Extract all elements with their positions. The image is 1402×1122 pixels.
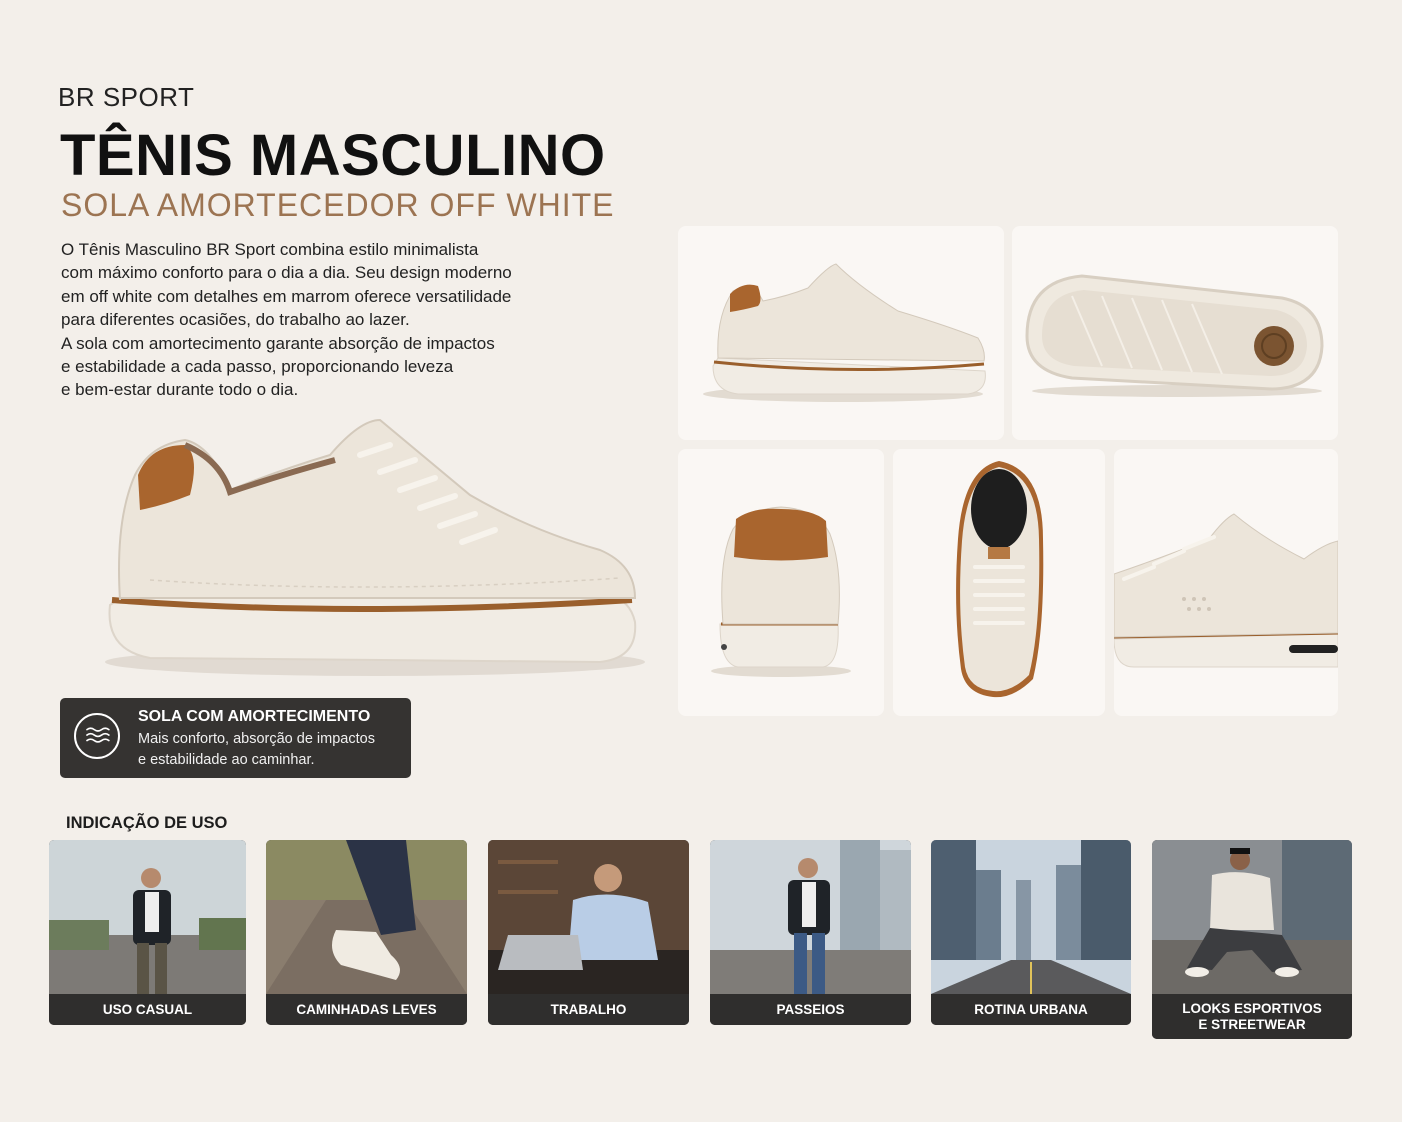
badge-title: SOLA COM AMORTECIMENTO bbox=[138, 708, 371, 725]
usage-card-work: TRABALHO bbox=[488, 840, 689, 1025]
usage-label: USO CASUAL bbox=[49, 994, 246, 1025]
description-line: O Tênis Masculino BR Sport combina estil… bbox=[61, 240, 479, 259]
waves-icon bbox=[74, 713, 120, 759]
usage-photo bbox=[931, 840, 1131, 994]
usage-card-walking: CAMINHADAS LEVES bbox=[266, 840, 467, 1025]
description-line: e estabilidade a cada passo, proporciona… bbox=[61, 357, 454, 377]
badge-description: Mais conforto, absorção de impactos e es… bbox=[138, 729, 375, 770]
gallery-side-view[interactable] bbox=[678, 226, 1004, 440]
usage-card-casual: USO CASUAL bbox=[49, 840, 246, 1025]
description-line: em off white com detalhes em marrom ofer… bbox=[61, 286, 512, 306]
product-description: O Tênis Masculino BR Sport combina estil… bbox=[61, 238, 581, 402]
description-line: e bem-estar durante todo o dia. bbox=[61, 380, 299, 400]
hero-shoe-image bbox=[90, 400, 650, 690]
usage-label: ROTINA URBANA bbox=[931, 994, 1131, 1025]
usage-label: LOOKS ESPORTIVOS E STREETWEAR bbox=[1152, 994, 1352, 1039]
cushioning-badge: SOLA COM AMORTECIMENTO Mais conforto, ab… bbox=[60, 698, 411, 778]
badge-text-line: Mais conforto, absorção de impactos bbox=[138, 731, 375, 747]
gallery-top-view[interactable] bbox=[893, 449, 1105, 716]
badge-text-line: e estabilidade ao caminhar. bbox=[138, 751, 315, 768]
description-line: para diferentes ocasiões, do trabalho ao… bbox=[61, 310, 410, 330]
product-title: TÊNIS MASCULINO bbox=[60, 123, 606, 188]
usage-card-urban: ROTINA URBANA bbox=[931, 840, 1131, 1025]
usage-photo bbox=[49, 840, 246, 994]
usage-photo bbox=[488, 840, 689, 994]
usage-photo bbox=[266, 840, 467, 994]
usage-label: PASSEIOS bbox=[710, 994, 911, 1025]
usage-heading: INDICAÇÃO DE USO bbox=[66, 814, 228, 832]
usage-photo bbox=[710, 840, 911, 994]
usage-label: CAMINHADAS LEVES bbox=[266, 994, 467, 1025]
gallery-back-view[interactable] bbox=[678, 449, 884, 716]
gallery-detail-view[interactable] bbox=[1114, 449, 1338, 716]
brand-name: BR SPORT bbox=[58, 82, 195, 112]
usage-label: TRABALHO bbox=[488, 994, 689, 1025]
gallery-sole-view[interactable] bbox=[1012, 226, 1338, 440]
usage-photo bbox=[1152, 840, 1352, 994]
description-line: com máximo conforto para o dia a dia. Se… bbox=[61, 263, 512, 283]
usage-card-streetwear: LOOKS ESPORTIVOS E STREETWEAR bbox=[1152, 840, 1352, 1039]
description-line: A sola com amortecimento garante absorçã… bbox=[61, 333, 495, 353]
usage-card-outings: PASSEIOS bbox=[710, 840, 911, 1025]
product-subtitle: SOLA AMORTECEDOR OFF WHITE bbox=[61, 187, 615, 223]
